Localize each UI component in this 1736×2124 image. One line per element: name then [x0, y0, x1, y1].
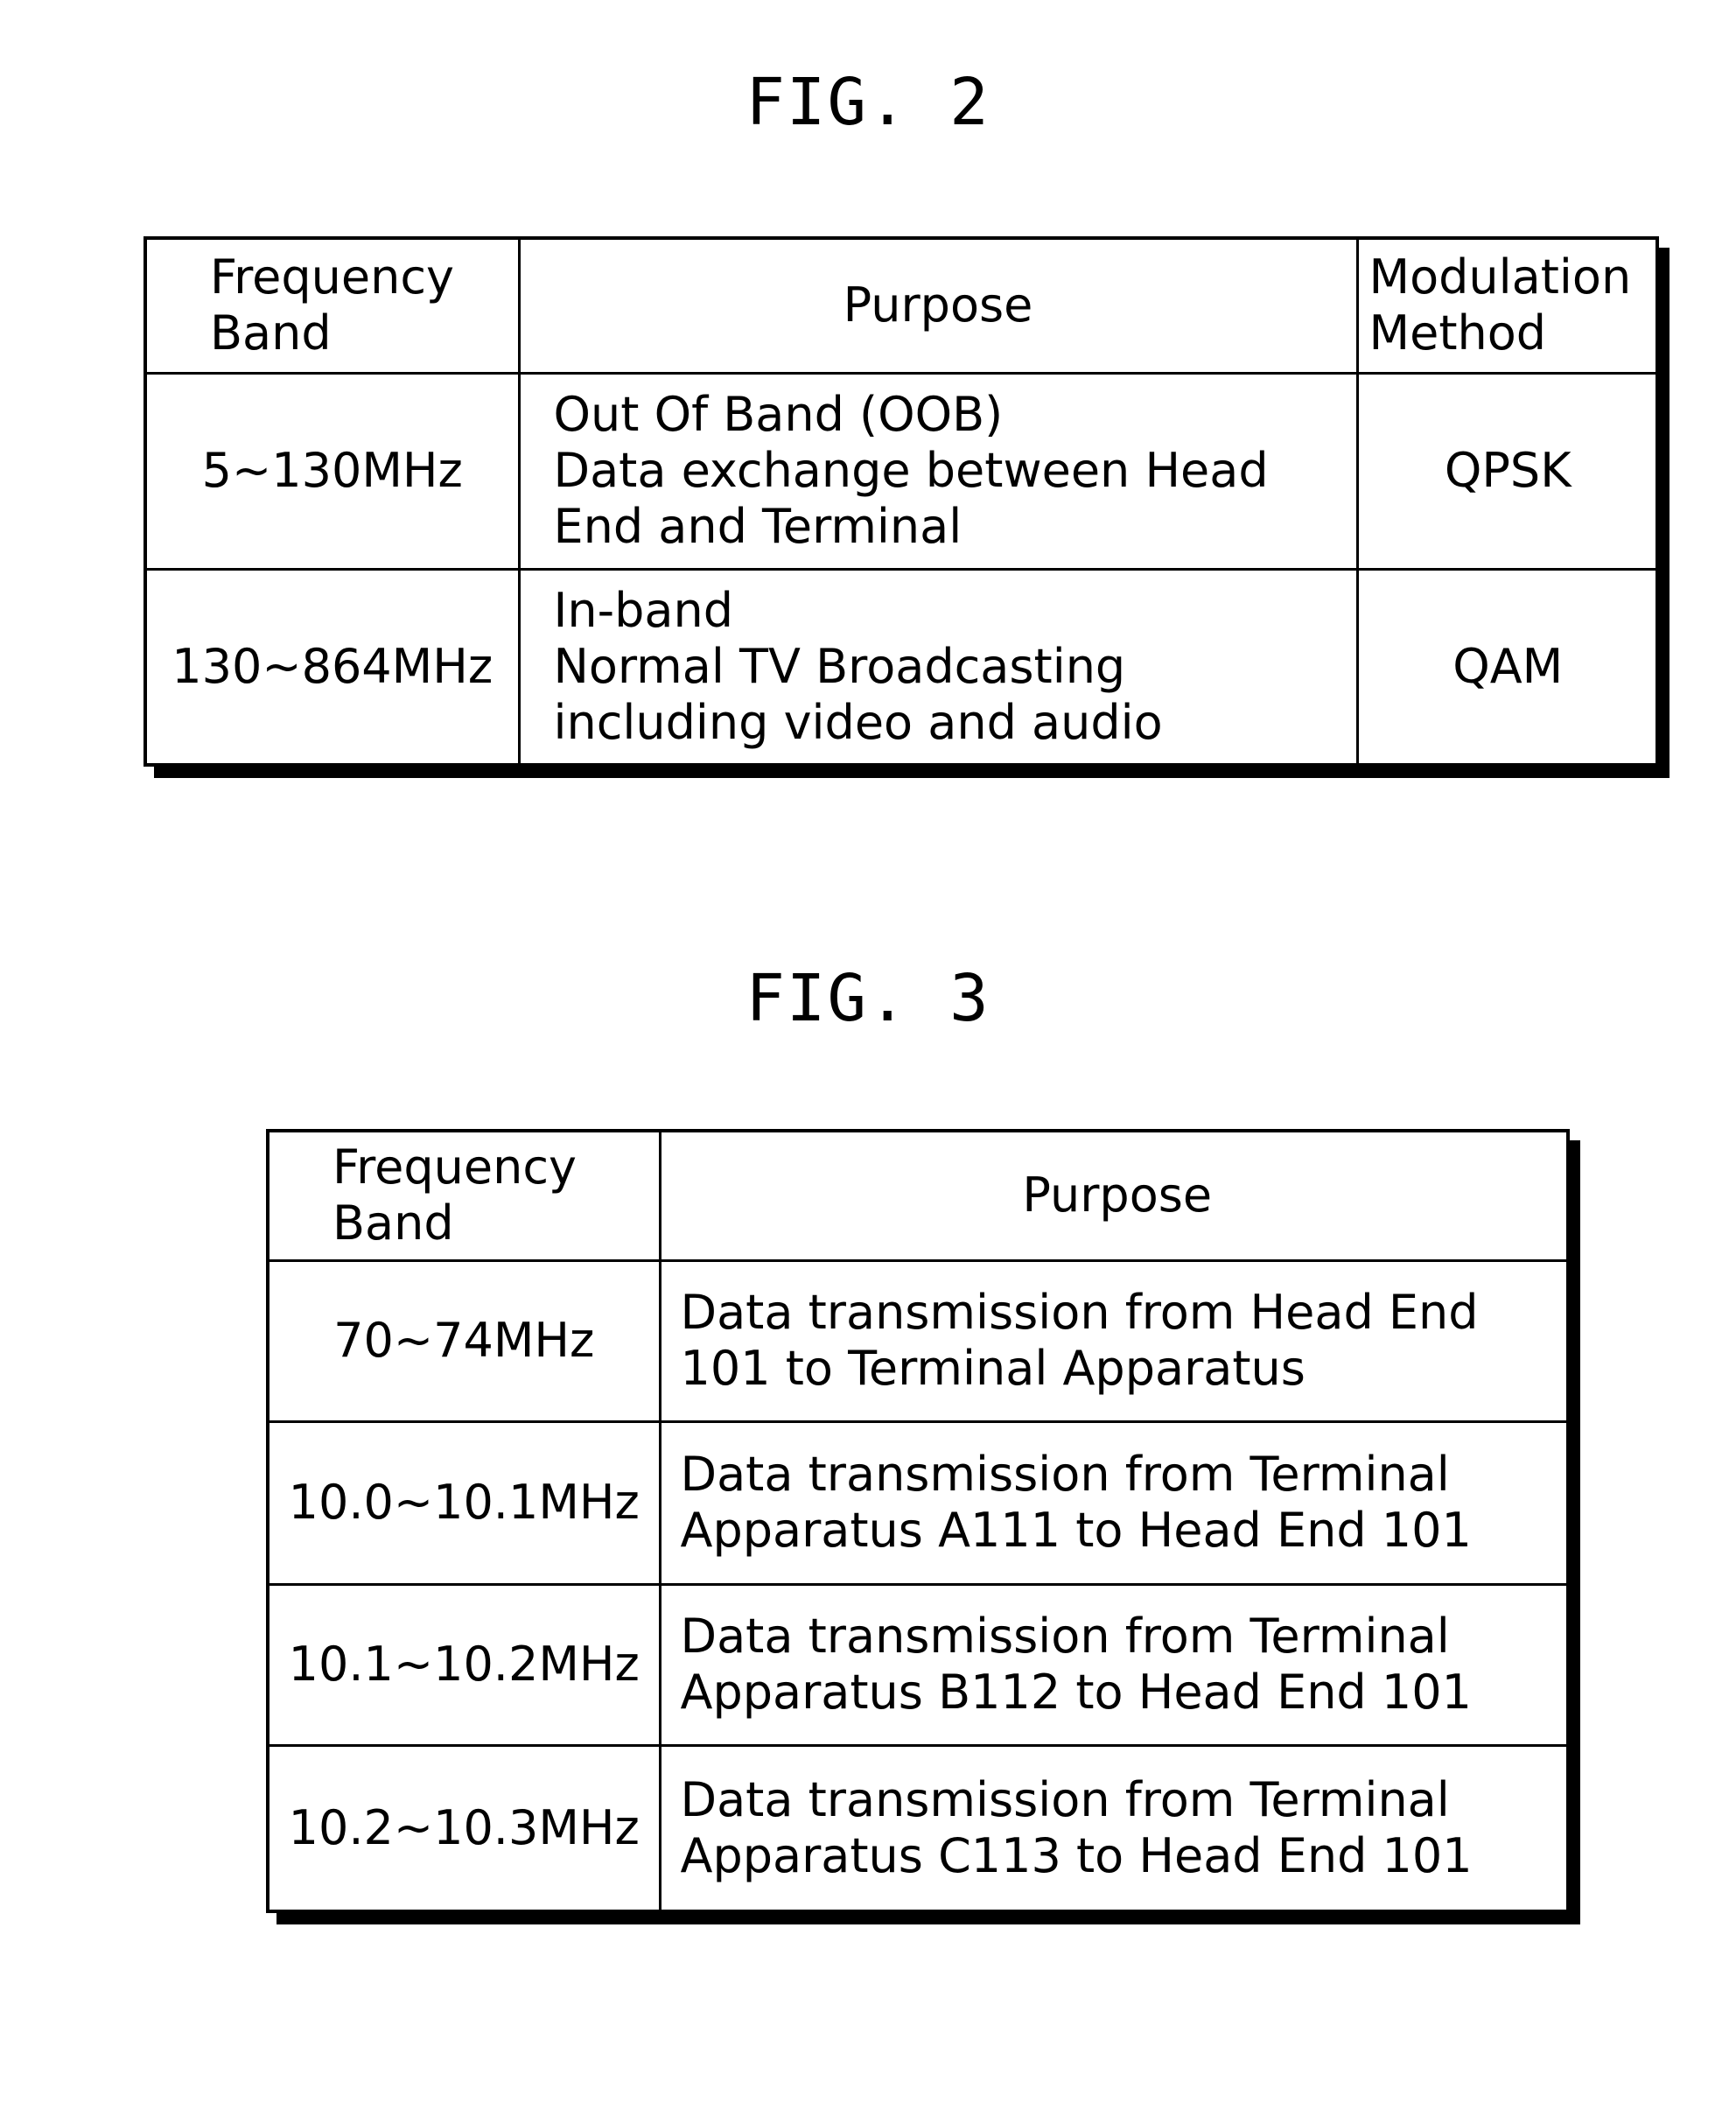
header-frequency-band: Frequency Band: [147, 240, 521, 375]
cell-purpose: Data transmission from Terminal Apparatu…: [658, 1743, 1573, 1910]
purpose-line: 101 to Terminal Apparatus: [680, 1341, 1306, 1396]
purpose-line: Normal TV Broadcasting: [553, 638, 1126, 694]
table-row: 10.0~10.1MHz Data transmission from Term…: [270, 1420, 1573, 1586]
header-frequency-band: Frequency Band: [270, 1132, 662, 1262]
cell-modulation: QAM: [1355, 567, 1657, 763]
header-purpose: Purpose: [517, 240, 1359, 375]
header-text: Band: [210, 305, 332, 361]
purpose-line: including video and audio: [553, 694, 1163, 750]
purpose-line: In-band: [553, 582, 734, 638]
table-row: 10.2~10.3MHz Data transmission from Term…: [270, 1743, 1573, 1910]
header-modulation-method: Modulation Method: [1355, 240, 1657, 375]
fig3-title: FIG. 3: [746, 961, 990, 1036]
table-row: 5~130MHz Out Of Band (OOB) Data exchange…: [147, 371, 1657, 571]
cell-band: 5~130MHz: [147, 371, 521, 571]
purpose-line: Apparatus B112 to Head End 101: [680, 1665, 1472, 1720]
table-header-row: Frequency Band Purpose: [270, 1132, 1573, 1262]
purpose-line: Apparatus A111 to Head End 101: [680, 1503, 1472, 1558]
purpose-line: Data transmission from Head End: [680, 1285, 1479, 1340]
fig2-title: FIG. 2: [746, 65, 990, 140]
table-row: 10.1~10.2MHz Data transmission from Term…: [270, 1582, 1573, 1747]
header-text: Frequency: [210, 249, 454, 305]
purpose-line: Out Of Band (OOB): [553, 387, 1004, 442]
table-row: 130~864MHz In-band Normal TV Broadcastin…: [147, 567, 1657, 763]
header-text: Frequency: [332, 1139, 577, 1195]
fig3-frequency-table: Frequency Band Purpose 70~74MHz Data tra…: [266, 1129, 1573, 1913]
purpose-line: End and Terminal: [553, 499, 962, 554]
purpose-line: Data transmission from Terminal: [680, 1447, 1450, 1502]
cell-modulation: QPSK: [1355, 371, 1657, 571]
cell-band: 130~864MHz: [147, 567, 521, 763]
table-row: 70~74MHz Data transmission from Head End…: [270, 1258, 1573, 1423]
cell-purpose: Data transmission from Terminal Apparatu…: [658, 1420, 1573, 1586]
cell-band: 10.1~10.2MHz: [270, 1582, 662, 1747]
header-text: Modulation: [1368, 249, 1632, 305]
cell-band: 10.2~10.3MHz: [270, 1743, 662, 1910]
purpose-line: Apparatus C113 to Head End 101: [680, 1827, 1473, 1883]
header-text: Band: [332, 1195, 454, 1251]
cell-purpose: Out Of Band (OOB) Data exchange between …: [517, 371, 1359, 571]
cell-band: 70~74MHz: [270, 1258, 662, 1423]
fig2-frequency-table: Frequency Band Purpose Modulation Method…: [144, 236, 1659, 767]
purpose-line: Data transmission from Terminal: [680, 1771, 1450, 1827]
cell-band: 10.0~10.1MHz: [270, 1420, 662, 1586]
header-purpose: Purpose: [658, 1132, 1573, 1262]
cell-purpose: Data transmission from Terminal Apparatu…: [658, 1582, 1573, 1747]
purpose-line: Data exchange between Head: [553, 443, 1269, 498]
purpose-line: Data transmission from Terminal: [680, 1609, 1450, 1664]
cell-purpose: In-band Normal TV Broadcasting including…: [517, 567, 1359, 763]
table-header-row: Frequency Band Purpose Modulation Method: [147, 240, 1657, 375]
header-text: Method: [1368, 305, 1547, 361]
cell-purpose: Data transmission from Head End 101 to T…: [658, 1258, 1573, 1423]
